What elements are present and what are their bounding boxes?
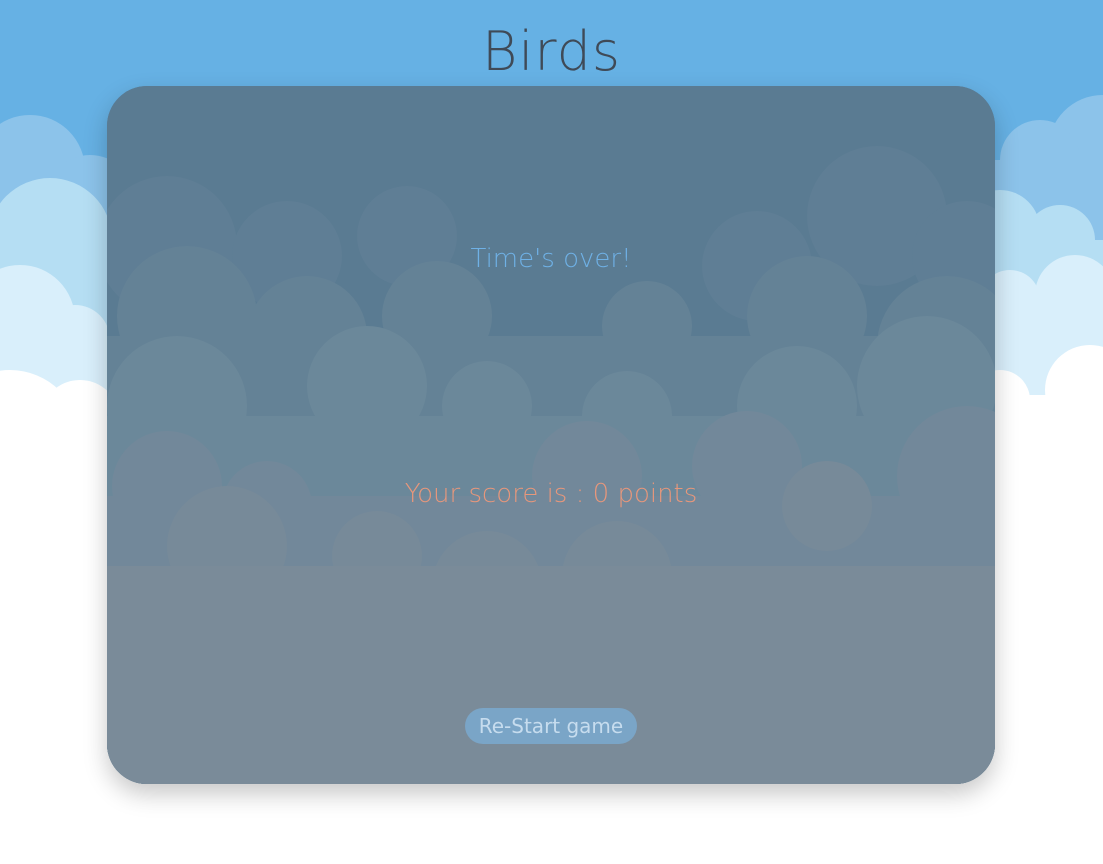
times-over-message: Time's over! [470,244,632,274]
restart-game-button[interactable]: Re-Start game [465,708,637,744]
game-over-panel: Time's over! Your score is : 0 points Re… [107,86,995,784]
score-text: Your score is : 0 points [404,479,698,509]
game-title: Birds [481,20,622,83]
panel-clouds-decoration [107,86,995,784]
